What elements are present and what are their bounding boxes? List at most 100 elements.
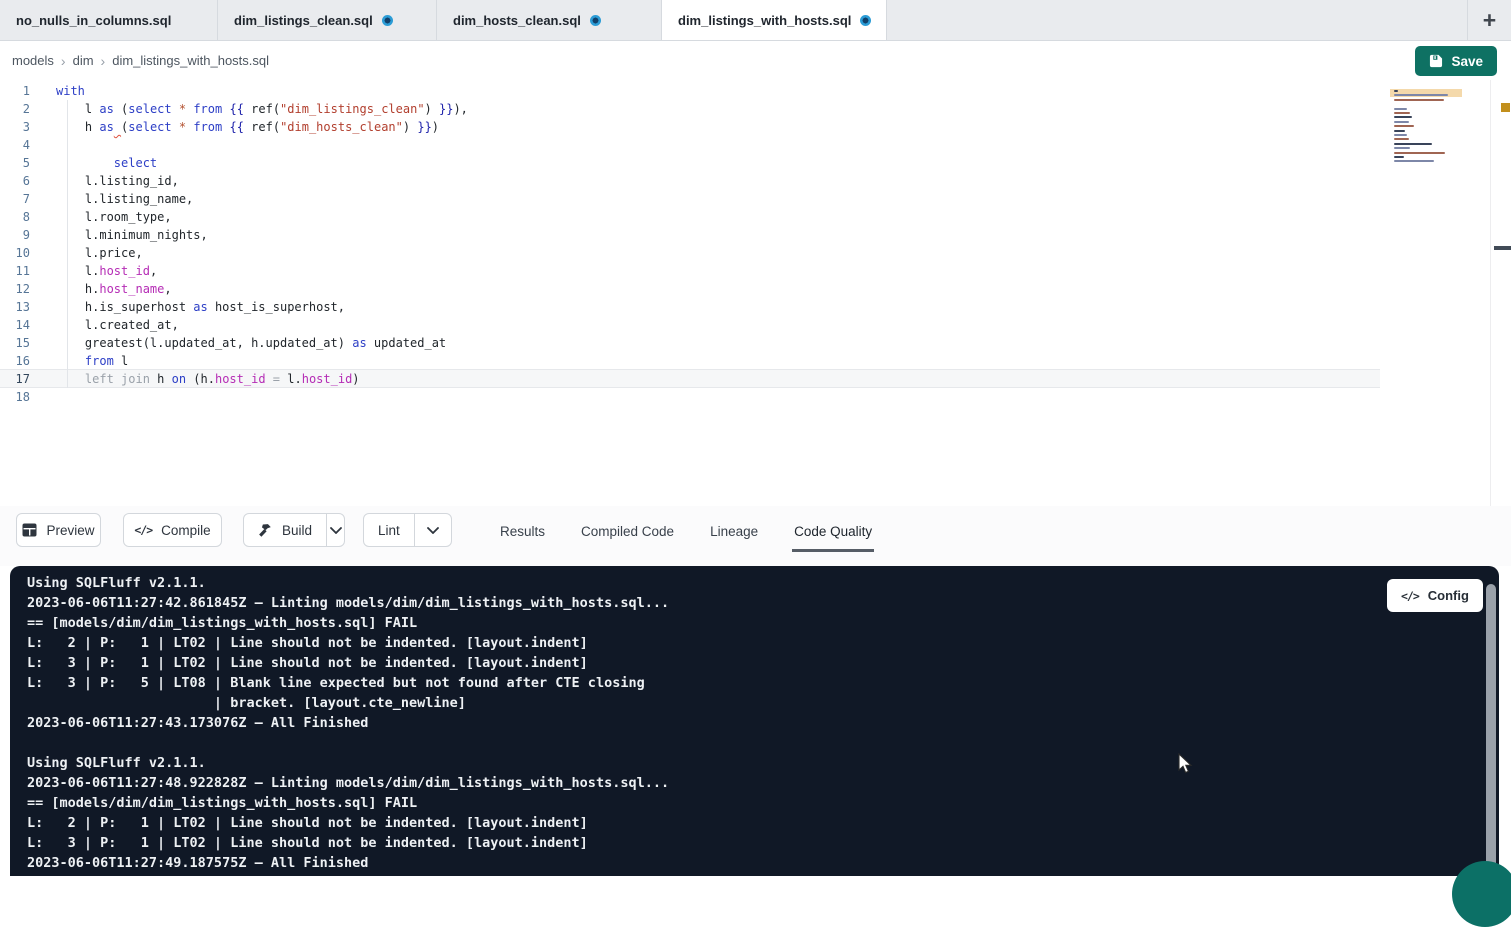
file-tab-label: dim_listings_clean.sql bbox=[234, 13, 373, 28]
minimap-line bbox=[1394, 152, 1445, 154]
code-text: greatest(l.updated_at, h.updated_at) as … bbox=[56, 334, 446, 352]
lint-split-button: Lint bbox=[363, 513, 452, 547]
panel-tab-results[interactable]: Results bbox=[498, 509, 547, 552]
code-line: 14 l.created_at, bbox=[0, 316, 1391, 334]
line-number: 4 bbox=[0, 136, 30, 154]
panel-tab-compiled-code[interactable]: Compiled Code bbox=[579, 509, 676, 552]
code-text: from l bbox=[56, 352, 128, 370]
file-tab[interactable]: no_nulls_in_columns.sql bbox=[0, 0, 218, 40]
minimap-line bbox=[1394, 134, 1407, 136]
code-line: 6 l.listing_id, bbox=[0, 172, 1391, 190]
code-line: 1with bbox=[0, 82, 1391, 100]
minimap-line bbox=[1394, 90, 1398, 92]
line-number: 10 bbox=[0, 244, 30, 262]
lint-button[interactable]: Lint bbox=[364, 514, 414, 546]
terminal-line: 2023-06-06T11:27:42.861845Z — Linting mo… bbox=[27, 593, 669, 613]
chevron-right-icon: › bbox=[61, 53, 66, 69]
file-tab[interactable]: dim_listings_with_hosts.sql bbox=[662, 0, 887, 40]
build-label: Build bbox=[282, 523, 312, 538]
minimap-line bbox=[1394, 99, 1444, 101]
minimap-line bbox=[1394, 116, 1412, 118]
file-tab-label: dim_hosts_clean.sql bbox=[453, 13, 581, 28]
terminal-line: L: 3 | P: 1 | LT02 | Line should not be … bbox=[27, 833, 588, 853]
config-label: Config bbox=[1428, 588, 1469, 603]
code-line: 16 from l bbox=[0, 352, 1391, 370]
terminal-line: | bracket. [layout.cte_newline] bbox=[27, 693, 466, 713]
terminal-line: Using SQLFluff v2.1.1. bbox=[27, 573, 206, 593]
unsaved-changes-icon bbox=[382, 15, 393, 26]
mouse-cursor bbox=[1178, 753, 1194, 775]
preview-table-icon bbox=[22, 523, 37, 537]
code-text: l as (select * from {{ ref("dim_listings… bbox=[56, 100, 468, 118]
code-line: 8 l.room_type, bbox=[0, 208, 1391, 226]
code-line: 2 l as (select * from {{ ref("dim_listin… bbox=[0, 100, 1391, 118]
file-tab-label: no_nulls_in_columns.sql bbox=[16, 13, 171, 28]
code-icon: </> bbox=[134, 523, 152, 537]
code-line: 18 bbox=[0, 388, 1391, 406]
preview-button[interactable]: Preview bbox=[16, 513, 101, 547]
lint-dropdown-button[interactable] bbox=[414, 514, 451, 546]
panel-tab-lineage[interactable]: Lineage bbox=[708, 509, 760, 552]
save-button[interactable]: Save bbox=[1415, 46, 1497, 76]
minimap-line bbox=[1394, 156, 1404, 158]
scroll-position-marker bbox=[1494, 246, 1511, 250]
code-text: l.created_at, bbox=[56, 316, 179, 334]
code-line: 17 left join h on (h.host_id = l.host_id… bbox=[0, 370, 1391, 388]
terminal-output: Using SQLFluff v2.1.1.2023-06-06T11:27:4… bbox=[10, 566, 1499, 876]
terminal-line: 2023-06-06T11:27:49.187575Z — All Finish… bbox=[27, 853, 368, 873]
code-text: l.price, bbox=[56, 244, 143, 262]
line-number: 16 bbox=[0, 352, 30, 370]
line-number: 9 bbox=[0, 226, 30, 244]
code-text: l.minimum_nights, bbox=[56, 226, 208, 244]
code-line: 10 l.price, bbox=[0, 244, 1391, 262]
terminal-line: 2023-06-06T11:27:48.922828Z — Linting mo… bbox=[27, 773, 669, 793]
code-editor[interactable]: 1with2 l as (select * from {{ ref("dim_l… bbox=[0, 80, 1511, 506]
file-tab[interactable]: dim_hosts_clean.sql bbox=[437, 0, 662, 40]
code-line: 9 l.minimum_nights, bbox=[0, 226, 1391, 244]
terminal-scrollbar[interactable] bbox=[1486, 584, 1496, 876]
code-text: h.is_superhost as host_is_superhost, bbox=[56, 298, 345, 316]
line-number: 13 bbox=[0, 298, 30, 316]
terminal-line: == [models/dim/dim_listings_with_hosts.s… bbox=[27, 793, 417, 813]
code-line: 4 bbox=[0, 136, 1391, 154]
compile-label: Compile bbox=[161, 523, 211, 538]
code-line: 13 h.is_superhost as host_is_superhost, bbox=[0, 298, 1391, 316]
breadcrumb-bar: models›dim›dim_listings_with_hosts.sql S… bbox=[0, 41, 1511, 80]
terminal-line: Using SQLFluff v2.1.1. bbox=[27, 753, 206, 773]
unsaved-changes-icon bbox=[590, 15, 601, 26]
code-text: left join h on (h.host_id = l.host_id) bbox=[56, 370, 360, 388]
line-number: 8 bbox=[0, 208, 30, 226]
code-line: 7 l.listing_name, bbox=[0, 190, 1391, 208]
line-number: 15 bbox=[0, 334, 30, 352]
build-button[interactable]: Build bbox=[244, 514, 326, 546]
line-number: 6 bbox=[0, 172, 30, 190]
code-icon: </> bbox=[1401, 589, 1419, 603]
save-label: Save bbox=[1451, 54, 1483, 69]
minimap[interactable] bbox=[1390, 84, 1462, 176]
breadcrumb-item[interactable]: dim bbox=[73, 53, 94, 68]
breadcrumb-item[interactable]: models bbox=[12, 53, 54, 68]
config-button[interactable]: </> Config bbox=[1387, 579, 1483, 612]
compile-button[interactable]: </> Compile bbox=[123, 513, 222, 547]
file-tab[interactable]: dim_listings_clean.sql bbox=[218, 0, 437, 40]
code-text: l.listing_name, bbox=[56, 190, 193, 208]
plus-icon: + bbox=[1483, 7, 1496, 34]
overview-ruler[interactable] bbox=[1490, 80, 1511, 506]
action-bar: Preview </> Compile Build Lint bbox=[0, 506, 1511, 566]
new-tab-button[interactable]: + bbox=[1467, 0, 1511, 40]
code-line: 12 h.host_name, bbox=[0, 280, 1391, 298]
help-chat-button[interactable] bbox=[1452, 861, 1511, 927]
terminal-line: 2023-06-06T11:27:43.173076Z — All Finish… bbox=[27, 713, 368, 733]
minimap-line bbox=[1394, 147, 1410, 149]
code-line: 5 select bbox=[0, 154, 1391, 172]
minimap-line bbox=[1394, 130, 1405, 132]
panel-tab-code-quality[interactable]: Code Quality bbox=[792, 509, 874, 552]
breadcrumb-item[interactable]: dim_listings_with_hosts.sql bbox=[112, 53, 269, 68]
panel-tabs: Results Compiled Code Lineage Code Quality bbox=[498, 506, 874, 555]
build-dropdown-button[interactable] bbox=[326, 514, 344, 546]
line-number: 7 bbox=[0, 190, 30, 208]
minimap-line bbox=[1394, 112, 1410, 114]
build-split-button: Build bbox=[243, 513, 345, 547]
minimap-line bbox=[1394, 138, 1409, 140]
terminal-line: L: 3 | P: 1 | LT02 | Line should not be … bbox=[27, 653, 588, 673]
